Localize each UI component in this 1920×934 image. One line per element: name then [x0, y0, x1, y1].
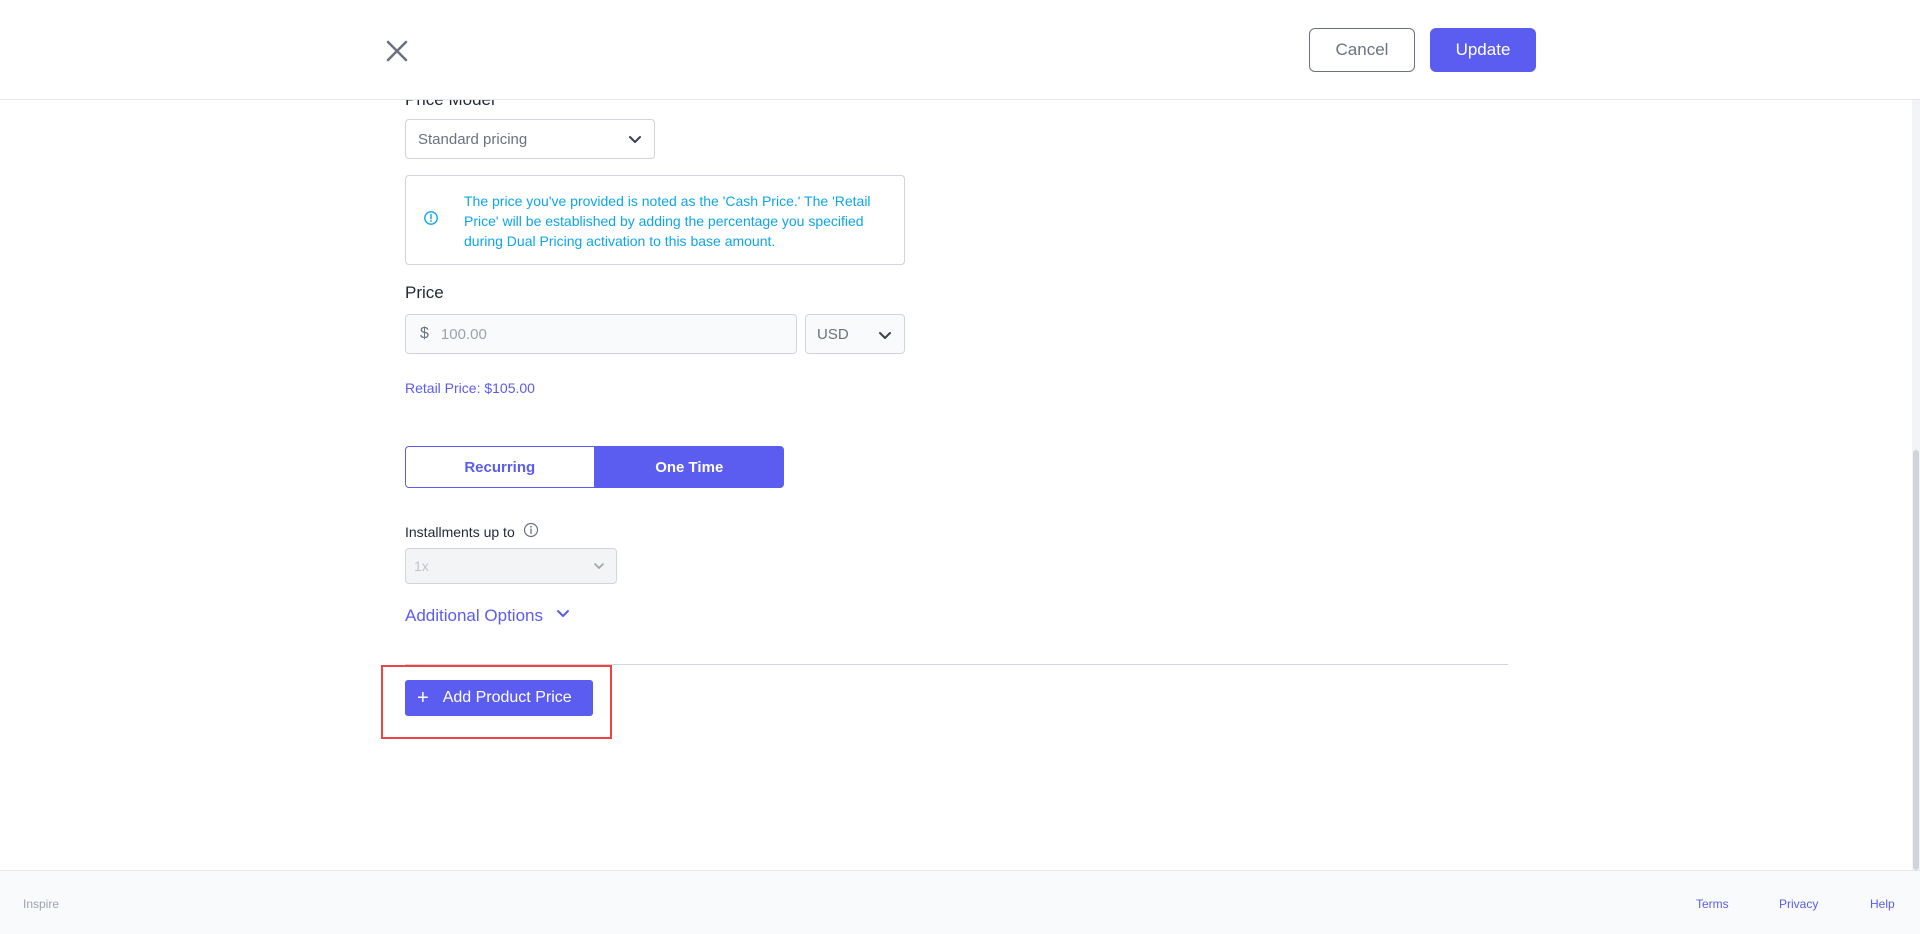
dual-pricing-info-box: The price you've provided is noted as th… — [405, 175, 905, 265]
footer: Inspire Terms Privacy Help — [0, 870, 1920, 934]
additional-options-label: Additional Options — [405, 605, 543, 625]
chevron-down-icon — [876, 326, 894, 348]
brand-name: Inspire — [23, 897, 60, 911]
price-value: 100.00 — [440, 325, 487, 343]
one-time-option[interactable]: One Time — [594, 446, 784, 488]
installments-label-row: Installments up to — [405, 522, 539, 541]
update-button[interactable]: Update — [1430, 28, 1536, 72]
currency-select[interactable]: USD — [805, 314, 905, 354]
additional-options-toggle[interactable]: Additional Options — [405, 605, 571, 626]
retail-price-text: Retail Price: $105.00 — [405, 380, 535, 396]
help-link[interactable]: Help — [1870, 897, 1895, 911]
chevron-down-icon — [626, 130, 644, 152]
installments-label: Installments up to — [405, 523, 515, 540]
info-icon[interactable] — [523, 522, 539, 541]
plus-icon: + — [417, 687, 429, 709]
modal-header: Cancel Update — [0, 0, 1920, 100]
add-product-price-button[interactable]: + Add Product Price — [405, 680, 593, 716]
currency-symbol: $ — [420, 325, 429, 342]
price-label: Price — [405, 283, 444, 302]
price-input[interactable]: $ 100.00 — [405, 314, 797, 354]
info-message: The price you've provided is noted as th… — [464, 193, 871, 249]
scrollbar-thumb[interactable] — [1913, 450, 1919, 870]
cancel-button[interactable]: Cancel — [1309, 28, 1415, 72]
add-product-price-label: Add Product Price — [442, 689, 572, 706]
form-content: Price Model Standard pricing The price y… — [0, 100, 1920, 870]
recurring-option[interactable]: Recurring — [405, 446, 595, 488]
currency-value: USD — [817, 325, 849, 343]
billing-type-toggle: Recurring One Time — [405, 446, 784, 488]
terms-link[interactable]: Terms — [1696, 897, 1729, 911]
price-model-value: Standard pricing — [418, 130, 528, 148]
installments-select[interactable]: 1x — [405, 548, 617, 584]
price-model-select[interactable]: Standard pricing — [405, 119, 655, 159]
info-icon — [423, 210, 439, 231]
close-icon[interactable] — [382, 36, 412, 66]
privacy-link[interactable]: Privacy — [1779, 897, 1818, 911]
price-model-label: Price Model — [405, 100, 495, 110]
chevron-down-icon — [592, 559, 606, 576]
installments-value: 1x — [414, 558, 429, 574]
chevron-down-icon — [555, 605, 571, 626]
